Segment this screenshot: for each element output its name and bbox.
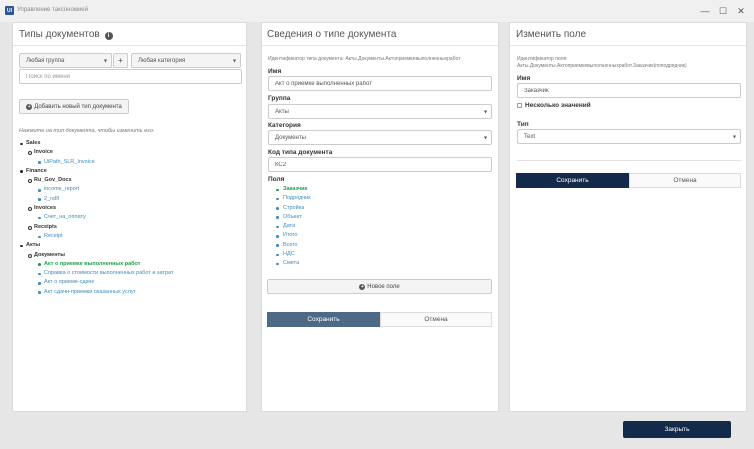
tree-category: Invoices: [18, 204, 243, 213]
app-icon: UI: [5, 6, 14, 15]
document-types-title-text: Типы документов: [19, 29, 100, 40]
document-type-item[interactable]: Счет_на_оплату: [18, 213, 243, 222]
field-name-label: Имя: [517, 75, 531, 82]
document-type-item[interactable]: 2_ndfl: [18, 195, 243, 204]
divider: [262, 45, 498, 46]
tree-category: Invoice: [18, 148, 243, 157]
document-code-label: Код типа документа: [268, 149, 333, 156]
new-field-label: Новое поле: [367, 283, 400, 290]
new-field-button[interactable]: + Новое поле: [267, 279, 492, 294]
chevron-down-icon: ▾: [103, 58, 107, 64]
document-type-item[interactable]: Акт о приемке выполненных работ: [18, 260, 243, 269]
add-filter-button[interactable]: +: [113, 53, 128, 68]
info-icon[interactable]: i: [104, 32, 113, 40]
hint-text: Нажмите на тип документа, чтобы изменить…: [19, 128, 155, 134]
window-title: Управление таксономией: [17, 7, 88, 13]
edit-field-title: Изменить поле: [516, 29, 587, 40]
close-window-button[interactable]: ✕: [734, 5, 748, 17]
close-button[interactable]: Закрыть: [623, 421, 731, 438]
chevron-down-icon: ▾: [732, 134, 736, 140]
document-code-input[interactable]: [268, 157, 492, 172]
category-value: Документы: [275, 134, 306, 141]
divider: [510, 45, 746, 46]
field-item[interactable]: Дата: [273, 222, 311, 231]
document-type-item[interactable]: UiPath_SLR_Invoice: [18, 158, 243, 167]
document-type-item[interactable]: Акт о приеме-сдаче: [18, 278, 243, 287]
add-document-type-button[interactable]: + Добавить новый тип документа: [19, 99, 129, 114]
field-item[interactable]: Смета: [273, 259, 311, 268]
tree-group: Sales: [18, 139, 243, 148]
chevron-down-icon: ▾: [483, 109, 487, 115]
name-label: Имя: [268, 68, 282, 75]
category-filter-value: Любая категория: [138, 57, 186, 64]
field-id-label: Идентификатор поля:: [517, 56, 568, 62]
field-item[interactable]: Объект: [273, 213, 311, 222]
field-item[interactable]: Заказчик: [273, 185, 311, 194]
chevron-down-icon: ▾: [483, 135, 487, 141]
field-type-value: Text: [524, 133, 536, 140]
group-label: Группа: [268, 95, 291, 102]
field-item[interactable]: НДС: [273, 250, 311, 259]
minimize-button[interactable]: —: [698, 5, 712, 17]
save-field-button[interactable]: Сохранить: [516, 173, 629, 188]
group-filter-value: Любая группа: [26, 57, 65, 64]
field-type-label: Тип: [517, 121, 529, 128]
multiple-values-label: Несколько значений: [525, 102, 591, 109]
fields-label: Поля: [268, 176, 285, 183]
maximize-button[interactable]: ☐: [716, 5, 730, 17]
divider: [517, 160, 741, 161]
group-value: Акты: [275, 108, 289, 115]
tree-category: Receipts: [18, 223, 243, 232]
document-type-item[interactable]: Акт сдачи-приемки оказанных услуг: [18, 288, 243, 297]
cancel-field-button[interactable]: Отмена: [629, 173, 741, 188]
window-titlebar: UI Управление таксономией — ☐ ✕: [0, 0, 754, 22]
field-type-select[interactable]: Text ▾: [517, 129, 741, 144]
category-select[interactable]: Документы ▾: [268, 130, 492, 145]
add-document-type-label: Добавить новый тип документа: [34, 103, 122, 110]
edit-field-panel: [509, 22, 747, 412]
save-document-type-button[interactable]: Сохранить: [267, 312, 380, 327]
category-label: Категория: [268, 122, 301, 129]
document-type-item[interactable]: Receipt: [18, 232, 243, 241]
field-id-value: Акты.Документы.Актоприемкевыполненныхраб…: [517, 63, 687, 69]
tree-category: Документы: [18, 251, 243, 260]
document-types-title: Типы документов i: [19, 29, 115, 40]
document-type-id: Идентификатор типа документа: Акты.Докум…: [268, 56, 461, 62]
multiple-values-checkbox[interactable]: [517, 103, 522, 108]
tree-category: Ru_Gov_Docs: [18, 176, 243, 185]
search-input[interactable]: [19, 69, 242, 84]
cancel-document-type-button[interactable]: Отмена: [380, 312, 492, 327]
tree-group: Finance: [18, 167, 243, 176]
field-name-input[interactable]: [517, 83, 741, 98]
document-type-tree: Sales Invoice UiPath_SLR_Invoice Finance Ru_…: [18, 139, 243, 297]
group-filter-select[interactable]: Любая группа ▾: [19, 53, 112, 68]
name-input[interactable]: [268, 76, 492, 91]
field-item[interactable]: Подрядчик: [273, 194, 311, 203]
category-filter-select[interactable]: Любая категория ▾: [131, 53, 241, 68]
field-item[interactable]: Итого: [273, 231, 311, 240]
details-title: Сведения о типе документа: [267, 29, 397, 40]
group-select[interactable]: Акты ▾: [268, 104, 492, 119]
divider: [13, 45, 246, 46]
document-type-item[interactable]: income_report: [18, 185, 243, 194]
chevron-down-icon: ▾: [232, 58, 236, 64]
field-item[interactable]: Всего: [273, 241, 311, 250]
plus-icon: +: [26, 103, 33, 110]
document-type-item[interactable]: Справка о стоимости выполненных работ и …: [18, 269, 243, 278]
plus-icon: +: [359, 283, 366, 290]
tree-group: Акты: [18, 241, 243, 250]
fields-list: Заказчик Подрядчик Стройка Объект Дата Итого В…: [273, 185, 311, 269]
field-item[interactable]: Стройка: [273, 204, 311, 213]
